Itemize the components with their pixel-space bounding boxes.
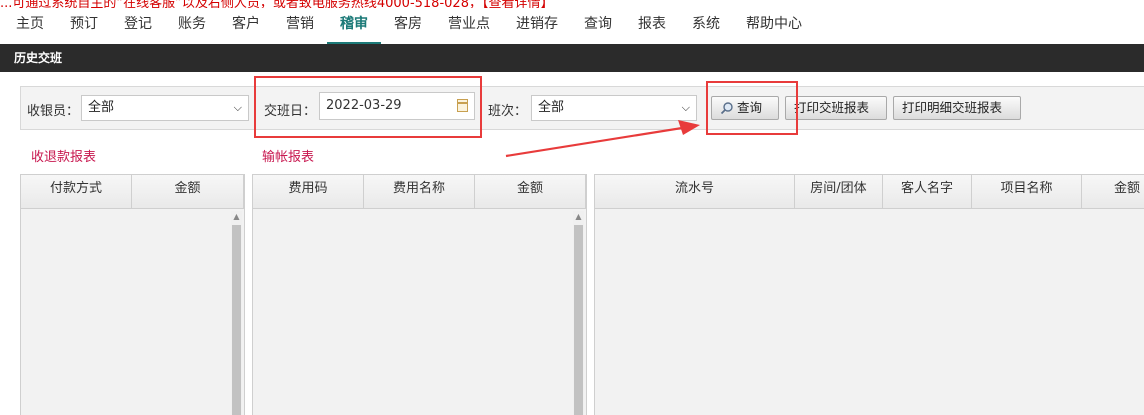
main-nav: 主页 预订 登记 账务 客户 营销 稽审 客房 营业点 进销存 查询 报表 系统… (0, 6, 1144, 45)
nav-item-rooms[interactable]: 客房 (381, 6, 435, 42)
cashier-select-value: 全部 (88, 100, 115, 115)
nav-item-checkin[interactable]: 登记 (111, 6, 165, 42)
nav-item-system[interactable]: 系统 (679, 6, 733, 42)
chevron-down-icon: ⌵ (233, 101, 242, 114)
date-highlight-box (254, 76, 482, 138)
column-header[interactable]: 项目名称 (972, 175, 1082, 208)
refund-report-link[interactable]: 收退款报表 (31, 146, 96, 165)
column-header[interactable]: 金额 (132, 175, 244, 208)
detail-grid: 流水号 房间/团体 客人名字 项目名称 金额 (594, 174, 1144, 415)
nav-item-accounts[interactable]: 账务 (165, 6, 219, 42)
page-title: 历史交班 (0, 44, 1144, 72)
nav-item-outlets[interactable]: 营业点 (435, 6, 503, 42)
payment-grid: 付款方式 金额 ▲ (20, 174, 245, 415)
column-header[interactable]: 费用名称 (364, 175, 475, 208)
vertical-scrollbar[interactable]: ▲ (231, 211, 242, 415)
query-highlight-box (706, 81, 798, 135)
ledger-report-link[interactable]: 输帐报表 (262, 146, 314, 165)
vertical-scrollbar[interactable]: ▲ (573, 211, 584, 415)
ledger-grid: 费用码 费用名称 金额 ▲ (252, 174, 587, 415)
column-header[interactable]: 房间/团体 (795, 175, 883, 208)
scroll-up-icon[interactable]: ▲ (573, 211, 584, 223)
annotation-arrow-icon (505, 120, 700, 158)
column-header[interactable]: 金额 (475, 175, 586, 208)
detail-grid-header: 流水号 房间/团体 客人名字 项目名称 金额 (595, 175, 1144, 209)
nav-item-home[interactable]: 主页 (0, 6, 57, 42)
cashier-select[interactable]: 全部 ⌵ (81, 95, 249, 121)
shift-label: 班次： (488, 104, 528, 119)
ledger-grid-header: 费用码 费用名称 金额 (253, 175, 586, 209)
print-detail-report-button[interactable]: 打印明细交班报表 (893, 96, 1021, 120)
nav-item-search[interactable]: 查询 (571, 6, 625, 42)
nav-item-customers[interactable]: 客户 (219, 6, 273, 42)
scroll-thumb[interactable] (574, 225, 583, 415)
scroll-up-icon[interactable]: ▲ (231, 211, 242, 223)
column-header[interactable]: 客人名字 (883, 175, 972, 208)
column-header[interactable]: 付款方式 (21, 175, 132, 208)
cashier-label: 收银员： (27, 104, 80, 119)
print-shift-report-button[interactable]: 打印交班报表 (785, 96, 887, 120)
nav-item-reports[interactable]: 报表 (625, 6, 679, 42)
nav-item-audit[interactable]: 稽审 (327, 6, 381, 45)
nav-item-inventory[interactable]: 进销存 (503, 6, 571, 42)
shift-select-value: 全部 (538, 100, 565, 115)
column-header[interactable]: 费用码 (253, 175, 364, 208)
nav-item-help[interactable]: 帮助中心 (733, 6, 815, 42)
nav-item-marketing[interactable]: 营销 (273, 6, 327, 42)
column-header[interactable]: 流水号 (595, 175, 795, 208)
chevron-down-icon: ⌵ (681, 101, 690, 114)
column-header[interactable]: 金额 (1082, 175, 1144, 208)
nav-item-booking[interactable]: 预订 (57, 6, 111, 42)
scroll-thumb[interactable] (232, 225, 241, 415)
payment-grid-header: 付款方式 金额 (21, 175, 244, 209)
